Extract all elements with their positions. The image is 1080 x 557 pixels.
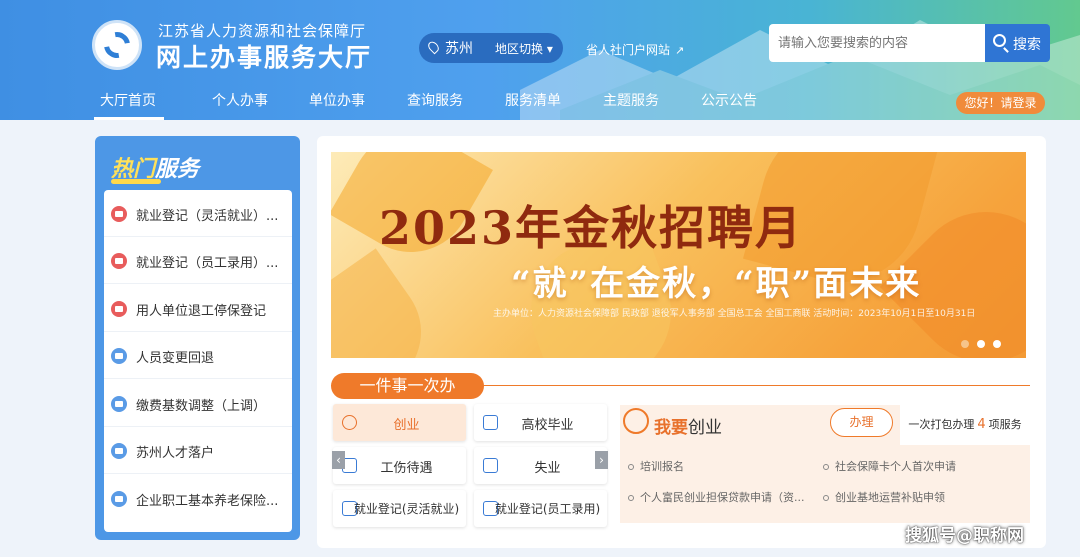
- nav-theme[interactable]: 主题服务: [603, 90, 659, 110]
- banner-subtitle: “就”在金秋，“职”面未来: [511, 264, 922, 304]
- hot-item-label: 就业登记（灵活就业）...: [136, 209, 279, 224]
- hrss-logo[interactable]: [92, 20, 142, 70]
- tile-label: 创业: [393, 418, 420, 433]
- tile-label: 高校毕业: [521, 418, 574, 433]
- tile-label: 失业: [534, 461, 561, 476]
- nav-personal[interactable]: 个人办事: [212, 90, 268, 110]
- region-switch[interactable]: 地区切换 ▾: [495, 40, 553, 57]
- portal-link-label: 省人社门户网站: [586, 43, 671, 57]
- hot-services-panel: 热门服务 就业登记（灵活就业）... 就业登记（员工录用）... 用人单位退工停…: [95, 136, 300, 540]
- hot-item-employee-hire[interactable]: 就业登记（员工录用）...: [104, 237, 292, 284]
- search-button-label: 搜索: [1013, 37, 1041, 53]
- search-icon: [993, 34, 1006, 47]
- region-switch-label: 地区切换: [495, 42, 544, 56]
- tile-employee-hire[interactable]: 就业登记(员工录用): [474, 490, 607, 527]
- share-arrow-icon: ↗: [675, 44, 685, 57]
- tile-label: 就业登记(员工录用): [494, 502, 601, 516]
- maple-leaf-decoration: [331, 248, 445, 358]
- nav-notice[interactable]: 公示公告: [701, 90, 757, 110]
- portal-link[interactable]: 省人社门户网站 ↗: [586, 41, 684, 58]
- current-city: 苏州: [445, 41, 473, 57]
- tile-injury[interactable]: 工伤待遇: [333, 447, 466, 484]
- hot-item-label: 人员变更回退: [136, 351, 215, 366]
- hot-item-unit-stop-insurance[interactable]: 用人单位退工停保登记: [104, 285, 292, 332]
- prev-arrow-icon[interactable]: ‹: [332, 451, 345, 469]
- tile-unemployment[interactable]: 失业: [474, 447, 607, 484]
- hot-services-list: 就业登记（灵活就业）... 就业登记（员工录用）... 用人单位退工停保登记 人…: [104, 190, 292, 532]
- person-icon: [111, 348, 127, 364]
- section-title: 一件事一次办: [331, 373, 484, 399]
- hot-title-part2: 服务: [155, 157, 200, 182]
- tile-flexible-employment[interactable]: 就业登记(灵活就业): [333, 490, 466, 527]
- detail-item-training[interactable]: 培训报名: [628, 458, 684, 474]
- package-count: 4: [977, 417, 986, 432]
- startup-icon: [623, 408, 649, 434]
- login-button[interactable]: 您好！请登录: [956, 92, 1045, 114]
- banner-organizers: 主办单位：人力资源社会保障部 民政部 退役军人事务部 全国总工会 全国工商联 活…: [493, 309, 976, 319]
- tile-startup[interactable]: 创业: [333, 404, 466, 441]
- search-button[interactable]: 搜索: [985, 24, 1050, 62]
- tile-label: 就业登记(灵活就业): [353, 502, 460, 516]
- search-input[interactable]: [769, 24, 986, 62]
- unit-icon: [111, 301, 127, 317]
- region-selector[interactable]: 苏州 地区切换 ▾: [419, 33, 563, 63]
- hot-item-contribution-adjust[interactable]: 缴费基数调整（上调）: [104, 380, 292, 427]
- banner-title: 2023年金秋招聘月: [379, 201, 804, 255]
- hall-title: 网上办事服务大厅: [156, 43, 373, 72]
- nav-home[interactable]: 大厅首页: [100, 90, 156, 110]
- carousel-dot-2[interactable]: [977, 340, 985, 348]
- pension-icon: [111, 491, 127, 507]
- location-pin-icon: [426, 39, 441, 55]
- hot-item-label: 企业职工基本养老保险...: [136, 494, 279, 509]
- carousel-dot-3[interactable]: [993, 340, 1001, 348]
- header: 江苏省人力资源和社会保障厅 网上办事服务大厅 苏州 地区切换 ▾ 省人社门户网站…: [0, 0, 1080, 120]
- recruitment-banner[interactable]: 2023年金秋招聘月 “就”在金秋，“职”面未来 主办单位：人力资源社会保障部 …: [331, 152, 1026, 358]
- watermark: 搜狐号@职称网: [905, 526, 1024, 546]
- register-icon: [111, 206, 127, 222]
- hot-item-pension[interactable]: 企业职工基本养老保险...: [104, 475, 292, 522]
- home-icon: [111, 443, 127, 459]
- nav-unit[interactable]: 单位办事: [309, 90, 365, 110]
- detail-title: 我要创业: [654, 413, 722, 438]
- tile-label: 工伤待遇: [380, 461, 433, 476]
- nav-active-underline: [94, 117, 164, 120]
- nav-query[interactable]: 查询服务: [407, 90, 463, 110]
- register-icon: [111, 253, 127, 269]
- hot-item-label: 就业登记（员工录用）...: [136, 256, 279, 271]
- package-info: 一次打包办理 4 项服务: [900, 405, 1030, 445]
- next-arrow-icon[interactable]: ›: [595, 451, 608, 469]
- tile-graduate[interactable]: 高校毕业: [474, 404, 607, 441]
- detail-item-subsidy[interactable]: 创业基地运营补贴申领: [823, 489, 945, 505]
- nav-service-list[interactable]: 服务清单: [505, 90, 561, 110]
- detail-title-prefix: 我要: [654, 418, 688, 438]
- payment-icon: [111, 396, 127, 412]
- package-post: 项服务: [988, 418, 1022, 431]
- hot-item-talent-settlement[interactable]: 苏州人才落户: [104, 427, 292, 474]
- hot-item-person-change-rollback[interactable]: 人员变更回退: [104, 332, 292, 379]
- hot-title-underline: [111, 179, 161, 184]
- hot-item-label: 缴费基数调整（上调）: [136, 399, 267, 414]
- startup-detail-panel: 我要创业 办理 一次打包办理 4 项服务 培训报名 社会保障卡个人首次申请 个人富民…: [620, 405, 1030, 523]
- package-pre: 一次打包办理: [908, 418, 975, 431]
- detail-title-suffix: 创业: [688, 418, 722, 438]
- carousel-dot-1[interactable]: [961, 340, 969, 348]
- hot-item-label: 用人单位退工停保登记: [136, 304, 267, 319]
- hot-item-flexible-employment[interactable]: 就业登记（灵活就业）...: [104, 190, 292, 237]
- hot-item-label: 苏州人才落户: [136, 446, 215, 461]
- detail-item-ssc[interactable]: 社会保障卡个人首次申请: [823, 458, 956, 474]
- detail-item-loan[interactable]: 个人富民创业担保贷款申请（资...: [628, 489, 805, 505]
- handle-button[interactable]: 办理: [830, 408, 893, 437]
